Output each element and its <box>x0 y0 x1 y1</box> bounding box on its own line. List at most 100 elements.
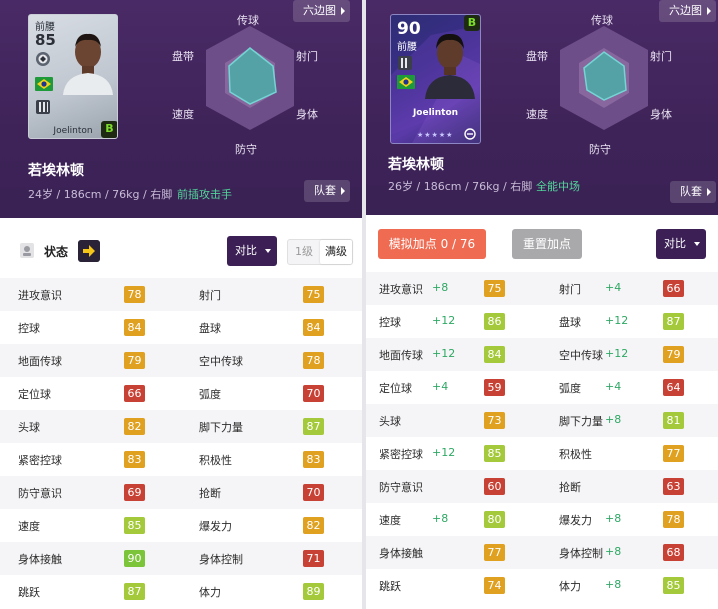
kit-button[interactable]: 队套 <box>670 181 716 203</box>
stat-name: 抢断 <box>199 487 221 500</box>
player-face-icon <box>425 33 475 99</box>
chevron-down-icon <box>265 249 271 253</box>
stat-name: 体力 <box>559 580 581 593</box>
stat-boost: +4 <box>432 380 449 393</box>
stat-row: 紧密控球 83 积极性 83 <box>0 443 362 476</box>
stat-value-badge: 78 <box>124 286 145 303</box>
stat-value-badge: 63 <box>663 478 684 495</box>
player-card[interactable]: 前腰 85 Joelinton B <box>28 14 118 139</box>
player-role: 前插攻击手 <box>177 188 232 201</box>
kit-label: 队套 <box>314 184 336 197</box>
stat-name: 爆发力 <box>559 514 592 527</box>
stat-row: 跳跃 87 体力 89 <box>0 575 362 608</box>
stat-name: 弧度 <box>199 388 221 401</box>
stat-row: 跳跃 74 体力 +8 85 <box>366 569 718 602</box>
stat-name: 定位球 <box>379 382 412 395</box>
stat-value-badge: 83 <box>124 451 145 468</box>
radar-label-dribbling: 盘带 <box>172 49 194 63</box>
stat-value-badge: 85 <box>124 517 145 534</box>
stat-boost: +12 <box>432 347 456 360</box>
card-rating: 90 <box>397 19 421 39</box>
stat-name: 体力 <box>199 586 221 599</box>
radar-label-shooting: 射门 <box>296 49 318 63</box>
stat-value-badge: 69 <box>124 484 145 501</box>
stat-name: 抢断 <box>559 481 581 494</box>
stat-value-badge: 89 <box>303 583 324 600</box>
compare-label: 对比 <box>664 237 686 250</box>
player-hero: 六边图 90 前腰 Joelinton ★★★★★ B 传球 盘带 射门 速度 … <box>366 0 718 215</box>
stat-value-badge: 81 <box>663 412 684 429</box>
compare-button[interactable]: 对比 <box>656 229 706 259</box>
stat-name: 头球 <box>18 421 40 434</box>
stat-name: 防守意识 <box>379 481 423 494</box>
stat-name: 控球 <box>18 322 40 335</box>
hexagon-radar-chart: 传球 盘带 射门 速度 身体 防守 <box>526 13 672 156</box>
hexagon-radar-chart: 传球 盘带 射门 速度 身体 防守 <box>172 13 318 156</box>
stat-value-badge: 75 <box>303 286 324 303</box>
stat-value-badge: 79 <box>124 352 145 369</box>
stat-name: 头球 <box>379 415 401 428</box>
club-crest-icon <box>398 56 412 70</box>
stat-name: 盘球 <box>559 316 581 329</box>
radar-label-defense: 防守 <box>235 142 257 156</box>
stat-value-badge: 87 <box>124 583 145 600</box>
stat-name: 跳跃 <box>18 586 40 599</box>
card-rating: 85 <box>35 31 56 49</box>
card-tier-badge: B <box>101 121 117 138</box>
stat-name: 身体接触 <box>379 547 423 560</box>
stat-value-badge: 83 <box>303 451 324 468</box>
player-role: 全能中场 <box>536 180 580 193</box>
stat-name: 射门 <box>559 283 581 296</box>
state-label: 状态 <box>44 245 69 259</box>
stat-name: 脚下力量 <box>559 415 603 428</box>
stat-list: 进攻意识 +8 75 射门 +4 66 控球 +12 86 盘球 +12 87 地面传球 +12 84 空中传… <box>366 272 718 602</box>
level-option-max[interactable]: 满级 <box>320 240 352 264</box>
stat-name: 防守意识 <box>18 487 62 500</box>
stat-boost: +8 <box>605 578 622 591</box>
stat-boost: +4 <box>605 281 622 294</box>
stat-value-badge: 82 <box>303 517 324 534</box>
stat-value-badge: 73 <box>484 412 505 429</box>
stat-name: 积极性 <box>559 448 592 461</box>
stat-name: 跳跃 <box>379 580 401 593</box>
card-tier-badge: B <box>464 15 480 31</box>
stat-value-badge: 77 <box>484 544 505 561</box>
stat-value-badge: 80 <box>484 511 505 528</box>
stat-name: 紧密控球 <box>18 454 62 467</box>
stat-boost: +8 <box>605 545 622 558</box>
level-toggle[interactable]: 1级 满级 <box>287 239 353 265</box>
stat-row: 头球 73 脚下力量 +8 81 <box>366 404 718 437</box>
stat-boost: +12 <box>605 347 629 360</box>
stat-name: 盘球 <box>199 322 221 335</box>
simulate-points-button[interactable]: 模拟加点 0 / 76 <box>378 229 486 259</box>
stat-name: 速度 <box>379 514 401 527</box>
stat-value-badge: 59 <box>484 379 505 396</box>
stat-name: 身体控制 <box>559 547 603 560</box>
player-name: 若埃林顿 <box>388 157 444 173</box>
stat-row: 紧密控球 +12 85 积极性 77 <box>366 437 718 470</box>
reset-points-button[interactable]: 重置加点 <box>512 229 582 259</box>
kit-label: 队套 <box>680 185 702 198</box>
level-option-1[interactable]: 1级 <box>288 240 320 264</box>
stat-value-badge: 79 <box>663 346 684 363</box>
kit-button[interactable]: 队套 <box>304 180 350 202</box>
stat-row: 进攻意识 78 射门 75 <box>0 278 362 311</box>
stat-name: 身体控制 <box>199 553 243 566</box>
card-position: 前腰 <box>397 42 417 53</box>
player-hero: 六边图 前腰 85 Joelinton B 传球 盘带 射门 速度 身体 防守 … <box>0 0 362 218</box>
stat-value-badge: 77 <box>663 445 684 462</box>
stat-row: 身体接触 90 身体控制 71 <box>0 542 362 575</box>
stat-name: 控球 <box>379 316 401 329</box>
player-card[interactable]: 90 前腰 Joelinton ★★★★★ B <box>390 14 481 144</box>
radar-label-defense: 防守 <box>589 142 611 156</box>
stat-value-badge: 75 <box>484 280 505 297</box>
stat-value-badge: 84 <box>484 346 505 363</box>
condition-arrow-icon[interactable] <box>78 240 100 262</box>
stat-row: 定位球 66 弧度 70 <box>0 377 362 410</box>
stat-row: 身体接触 77 身体控制 +8 68 <box>366 536 718 569</box>
radar-label-speed: 速度 <box>526 107 548 121</box>
compare-button[interactable]: 对比 <box>227 236 277 266</box>
stat-value-badge: 74 <box>484 577 505 594</box>
stat-boost: +4 <box>605 380 622 393</box>
stat-value-badge: 64 <box>663 379 684 396</box>
